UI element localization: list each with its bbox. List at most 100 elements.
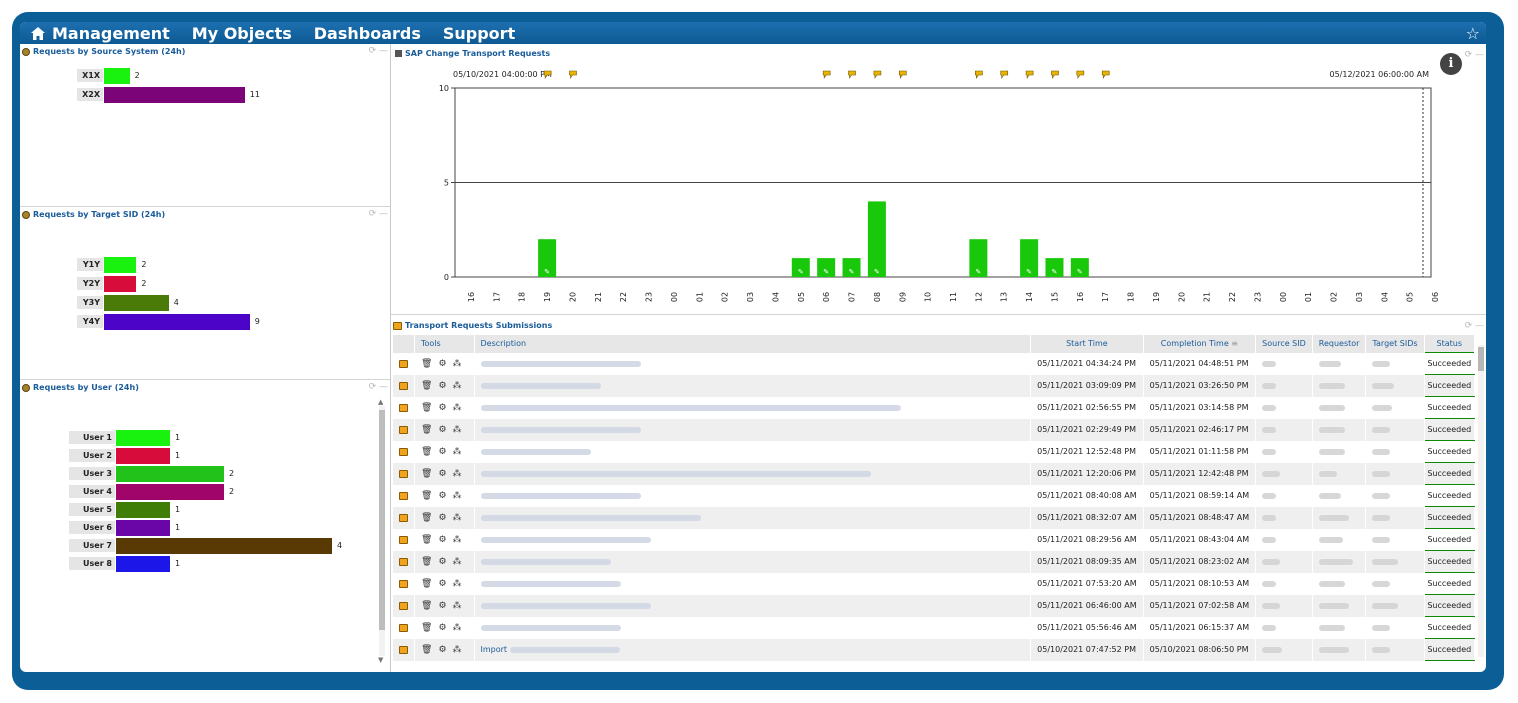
- user-settings-icon[interactable]: ⚙: [438, 381, 446, 391]
- user-settings-icon[interactable]: ⚙: [438, 535, 446, 545]
- delete-icon[interactable]: 🗑: [421, 601, 432, 611]
- home-icon[interactable]: [24, 22, 52, 44]
- refresh-icon[interactable]: ⟳ —: [369, 382, 388, 392]
- hierarchy-icon[interactable]: ⁂: [453, 579, 462, 589]
- table-row[interactable]: 🗑 ⚙ ⁂ 05/11/2021 02:56:55 PM 05/11/2021 03:1…: [393, 396, 1476, 419]
- user-settings-icon[interactable]: ⚙: [438, 403, 446, 413]
- scrollbar-thumb[interactable]: [1478, 347, 1484, 371]
- bar[interactable]: [116, 538, 332, 554]
- delete-icon[interactable]: 🗑: [421, 623, 432, 633]
- hierarchy-icon[interactable]: ⁂: [453, 645, 462, 655]
- table-row[interactable]: 🗑 ⚙ ⁂ 05/11/2021 07:53:20 AM 05/11/2021 08:1…: [393, 572, 1476, 595]
- delete-icon[interactable]: 🗑: [421, 557, 432, 567]
- delete-icon[interactable]: 🗑: [421, 469, 432, 479]
- description-cell[interactable]: [474, 594, 1032, 617]
- nav-management[interactable]: Management: [52, 24, 170, 43]
- user-settings-icon[interactable]: ⚙: [438, 447, 446, 457]
- col-status[interactable]: Status: [1424, 335, 1476, 353]
- description-cell[interactable]: [474, 528, 1032, 551]
- bar[interactable]: [116, 484, 224, 500]
- hierarchy-icon[interactable]: ⁂: [453, 381, 462, 391]
- table-row[interactable]: 🗑 ⚙ ⁂ 05/11/2021 08:40:08 AM 05/11/2021 08:5…: [393, 484, 1476, 507]
- hierarchy-icon[interactable]: ⁂: [453, 425, 462, 435]
- hierarchy-icon[interactable]: ⁂: [453, 491, 462, 501]
- hierarchy-icon[interactable]: ⁂: [453, 535, 462, 545]
- user-settings-icon[interactable]: ⚙: [438, 623, 446, 633]
- description-cell[interactable]: [474, 484, 1032, 507]
- description-cell[interactable]: [474, 506, 1032, 529]
- description-link[interactable]: Import: [481, 645, 508, 654]
- hierarchy-icon[interactable]: ⁂: [453, 623, 462, 633]
- table-row[interactable]: 🗑 ⚙ ⁂ 05/11/2021 12:52:48 PM 05/11/2021 01:1…: [393, 440, 1476, 463]
- col-start-time[interactable]: Start Time: [1030, 335, 1144, 353]
- user-settings-icon[interactable]: ⚙: [438, 645, 446, 655]
- bar[interactable]: [104, 68, 130, 84]
- description-cell[interactable]: [474, 572, 1032, 595]
- nav-support[interactable]: Support: [443, 24, 515, 43]
- delete-icon[interactable]: 🗑: [421, 579, 432, 589]
- user-settings-icon[interactable]: ⚙: [438, 359, 446, 369]
- user-settings-icon[interactable]: ⚙: [438, 425, 446, 435]
- bar[interactable]: [104, 257, 137, 273]
- nav-my-objects[interactable]: My Objects: [192, 24, 292, 43]
- col-target-sids[interactable]: Target SIDs: [1365, 335, 1425, 353]
- col-completion-time[interactable]: Completion Time ≡: [1143, 335, 1257, 353]
- bar[interactable]: [116, 466, 224, 482]
- delete-icon[interactable]: 🗑: [421, 513, 432, 523]
- user-settings-icon[interactable]: ⚙: [438, 513, 446, 523]
- user-settings-icon[interactable]: ⚙: [438, 601, 446, 611]
- scroll-down-icon[interactable]: ▼: [378, 656, 383, 664]
- table-row[interactable]: 🗑 ⚙ ⁂ Import 05/10/2021 07:47:52 PM 05/10/20…: [393, 638, 1476, 661]
- hierarchy-icon[interactable]: ⁂: [453, 403, 462, 413]
- delete-icon[interactable]: 🗑: [421, 381, 432, 391]
- nav-dashboards[interactable]: Dashboards: [314, 24, 421, 43]
- user-settings-icon[interactable]: ⚙: [438, 491, 446, 501]
- favorite-star-icon[interactable]: ☆: [1466, 24, 1480, 43]
- hierarchy-icon[interactable]: ⁂: [453, 601, 462, 611]
- user-settings-icon[interactable]: ⚙: [438, 557, 446, 567]
- hierarchy-icon[interactable]: ⁂: [453, 513, 462, 523]
- table-row[interactable]: 🗑 ⚙ ⁂ 05/11/2021 08:32:07 AM 05/11/2021 08:4…: [393, 506, 1476, 529]
- bar[interactable]: [116, 430, 170, 446]
- bar[interactable]: [104, 87, 245, 103]
- hierarchy-icon[interactable]: ⁂: [453, 359, 462, 369]
- delete-icon[interactable]: 🗑: [421, 645, 432, 655]
- bar[interactable]: [104, 295, 169, 311]
- table-row[interactable]: 🗑 ⚙ ⁂ 05/11/2021 12:20:06 PM 05/11/2021 12:4…: [393, 462, 1476, 485]
- delete-icon[interactable]: 🗑: [421, 447, 432, 457]
- bar[interactable]: [104, 276, 137, 292]
- bar[interactable]: [104, 314, 250, 330]
- delete-icon[interactable]: 🗑: [421, 403, 432, 413]
- delete-icon[interactable]: 🗑: [421, 425, 432, 435]
- description-cell[interactable]: [474, 440, 1032, 463]
- table-row[interactable]: 🗑 ⚙ ⁂ 05/11/2021 04:34:24 PM 05/11/2021 04:4…: [393, 352, 1476, 375]
- col-description[interactable]: Description: [474, 335, 1032, 353]
- table-row[interactable]: 🗑 ⚙ ⁂ 05/11/2021 08:09:35 AM 05/11/2021 08:2…: [393, 550, 1476, 573]
- description-cell[interactable]: [474, 396, 1032, 419]
- refresh-icon[interactable]: ⟳ —: [369, 209, 388, 219]
- description-cell[interactable]: Import: [474, 638, 1032, 661]
- refresh-icon[interactable]: ⟳ —: [369, 46, 388, 56]
- table-row[interactable]: 🗑 ⚙ ⁂ 05/11/2021 02:29:49 PM 05/11/2021 02:4…: [393, 418, 1476, 441]
- col-requestor[interactable]: Requestor: [1312, 335, 1367, 353]
- bar[interactable]: [116, 556, 170, 572]
- description-cell[interactable]: [474, 352, 1032, 375]
- bar[interactable]: [116, 448, 170, 464]
- hierarchy-icon[interactable]: ⁂: [453, 469, 462, 479]
- description-cell[interactable]: [474, 374, 1032, 397]
- bar[interactable]: [116, 502, 170, 518]
- column-menu-icon[interactable]: ≡: [1231, 339, 1238, 348]
- hierarchy-icon[interactable]: ⁂: [453, 557, 462, 567]
- delete-icon[interactable]: 🗑: [421, 359, 432, 369]
- table-row[interactable]: 🗑 ⚙ ⁂ 05/11/2021 03:09:09 PM 05/11/2021 03:2…: [393, 374, 1476, 397]
- bar[interactable]: [116, 520, 170, 536]
- user-settings-icon[interactable]: ⚙: [438, 579, 446, 589]
- grid-scrollbar[interactable]: [1476, 341, 1486, 661]
- delete-icon[interactable]: 🗑: [421, 535, 432, 545]
- user-settings-icon[interactable]: ⚙: [438, 469, 446, 479]
- col-tools[interactable]: Tools: [414, 335, 475, 353]
- table-row[interactable]: 🗑 ⚙ ⁂ 05/11/2021 06:46:00 AM 05/11/2021 07:0…: [393, 594, 1476, 617]
- scrollbar-thumb[interactable]: [379, 410, 385, 630]
- description-cell[interactable]: [474, 616, 1032, 639]
- delete-icon[interactable]: 🗑: [421, 491, 432, 501]
